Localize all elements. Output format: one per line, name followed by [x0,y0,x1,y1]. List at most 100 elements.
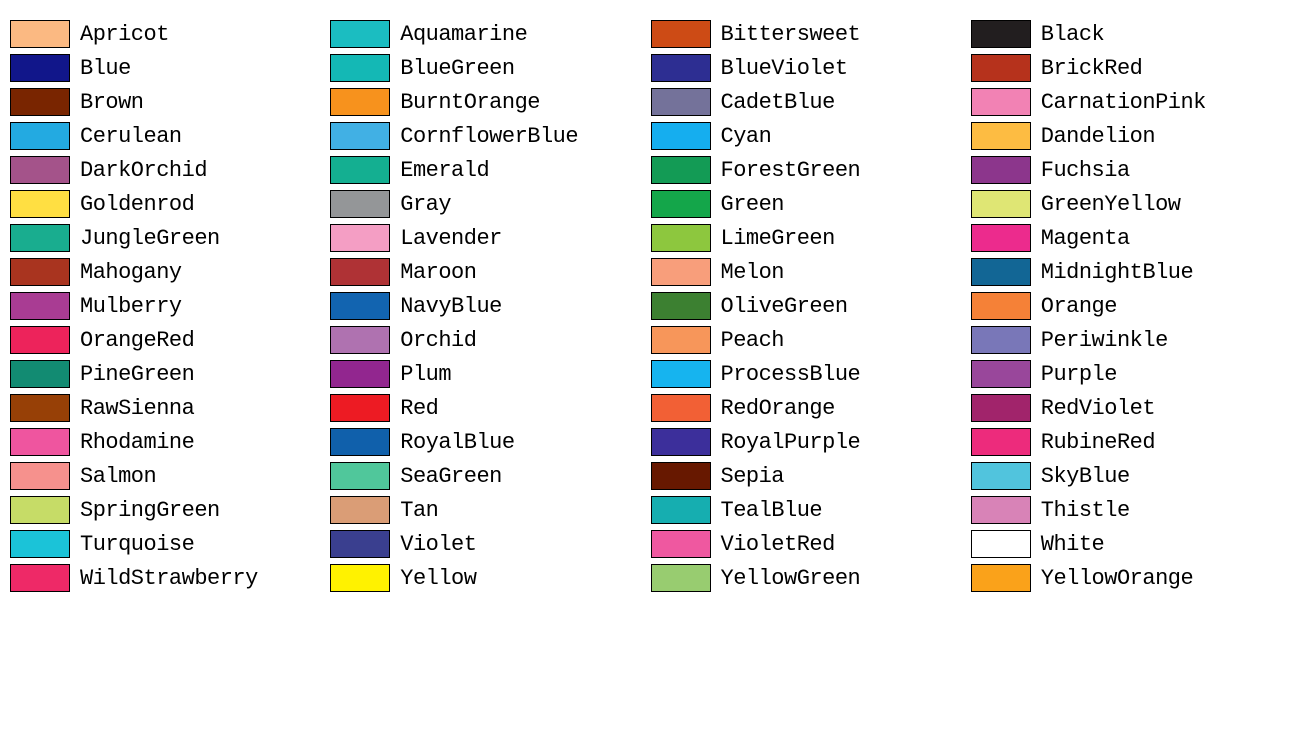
color-swatch [10,496,70,524]
color-swatch [10,394,70,422]
color-swatch [330,54,390,82]
color-item: RoyalBlue [330,428,650,456]
color-swatch [651,258,711,286]
color-item: LimeGreen [651,224,971,252]
color-item: Emerald [330,156,650,184]
color-item: RedOrange [651,394,971,422]
color-label: Sepia [721,464,785,489]
color-swatch [651,462,711,490]
color-swatch [971,88,1031,116]
color-label: RoyalPurple [721,430,861,455]
color-swatch [330,394,390,422]
color-item: Bittersweet [651,20,971,48]
color-label: BlueViolet [721,56,848,81]
color-swatch [651,326,711,354]
color-label: Orchid [400,328,476,353]
color-item: Black [971,20,1291,48]
color-swatch [971,394,1031,422]
color-label: CornflowerBlue [400,124,578,149]
color-item: WildStrawberry [10,564,330,592]
color-swatch [971,20,1031,48]
color-item: NavyBlue [330,292,650,320]
color-label: BrickRed [1041,56,1143,81]
color-swatch [971,496,1031,524]
color-item: ForestGreen [651,156,971,184]
color-swatch [330,190,390,218]
color-label: NavyBlue [400,294,502,319]
color-label: Brown [80,90,144,115]
color-label: Gray [400,192,451,217]
color-label: Rhodamine [80,430,194,455]
color-swatch [10,224,70,252]
color-item: Green [651,190,971,218]
color-label: Purple [1041,362,1117,387]
color-item: RoyalPurple [651,428,971,456]
color-item: BurntOrange [330,88,650,116]
color-item: Gray [330,190,650,218]
color-swatch [651,428,711,456]
color-item: Fuchsia [971,156,1291,184]
color-item: RedViolet [971,394,1291,422]
color-swatch [10,292,70,320]
color-swatch [971,462,1031,490]
color-swatch [330,156,390,184]
color-swatch [651,190,711,218]
color-label: Maroon [400,260,476,285]
color-label: ProcessBlue [721,362,861,387]
color-swatch [10,428,70,456]
color-label: Bittersweet [721,22,861,47]
color-item: CornflowerBlue [330,122,650,150]
color-item: SkyBlue [971,462,1291,490]
color-swatch [971,224,1031,252]
color-item: Aquamarine [330,20,650,48]
color-label: RubineRed [1041,430,1155,455]
color-item: Salmon [10,462,330,490]
color-item: RawSienna [10,394,330,422]
color-label: Mulberry [80,294,182,319]
color-label: LimeGreen [721,226,835,251]
color-item: MidnightBlue [971,258,1291,286]
color-swatch [330,292,390,320]
color-swatch [330,428,390,456]
color-swatch [10,326,70,354]
color-item: Sepia [651,462,971,490]
color-swatch [651,360,711,388]
color-swatch [971,54,1031,82]
color-label: Yellow [400,566,476,591]
color-label: Cerulean [80,124,182,149]
color-swatch [971,564,1031,592]
color-label: RawSienna [80,396,194,421]
color-label: CarnationPink [1041,90,1206,115]
color-label: ForestGreen [721,158,861,183]
color-item: CadetBlue [651,88,971,116]
color-item: SpringGreen [10,496,330,524]
color-item: Blue [10,54,330,82]
color-label: Black [1041,22,1105,47]
color-label: OrangeRed [80,328,194,353]
color-swatch [330,224,390,252]
color-item: Cyan [651,122,971,150]
color-item: JungleGreen [10,224,330,252]
color-swatch [971,190,1031,218]
color-label: Violet [400,532,476,557]
color-swatch [971,428,1031,456]
color-label: Salmon [80,464,156,489]
color-swatch [971,326,1031,354]
color-swatch [330,122,390,150]
color-item: Cerulean [10,122,330,150]
color-item: RubineRed [971,428,1291,456]
color-label: Aquamarine [400,22,527,47]
color-swatch [330,496,390,524]
color-label: White [1041,532,1105,557]
color-item: BlueGreen [330,54,650,82]
color-label: Tan [400,498,438,523]
color-swatch [651,564,711,592]
color-item: PineGreen [10,360,330,388]
color-swatch [330,530,390,558]
color-swatch [330,258,390,286]
color-swatch [971,360,1031,388]
color-swatch [971,530,1031,558]
color-item: YellowOrange [971,564,1291,592]
color-item: Dandelion [971,122,1291,150]
color-swatch [971,292,1031,320]
